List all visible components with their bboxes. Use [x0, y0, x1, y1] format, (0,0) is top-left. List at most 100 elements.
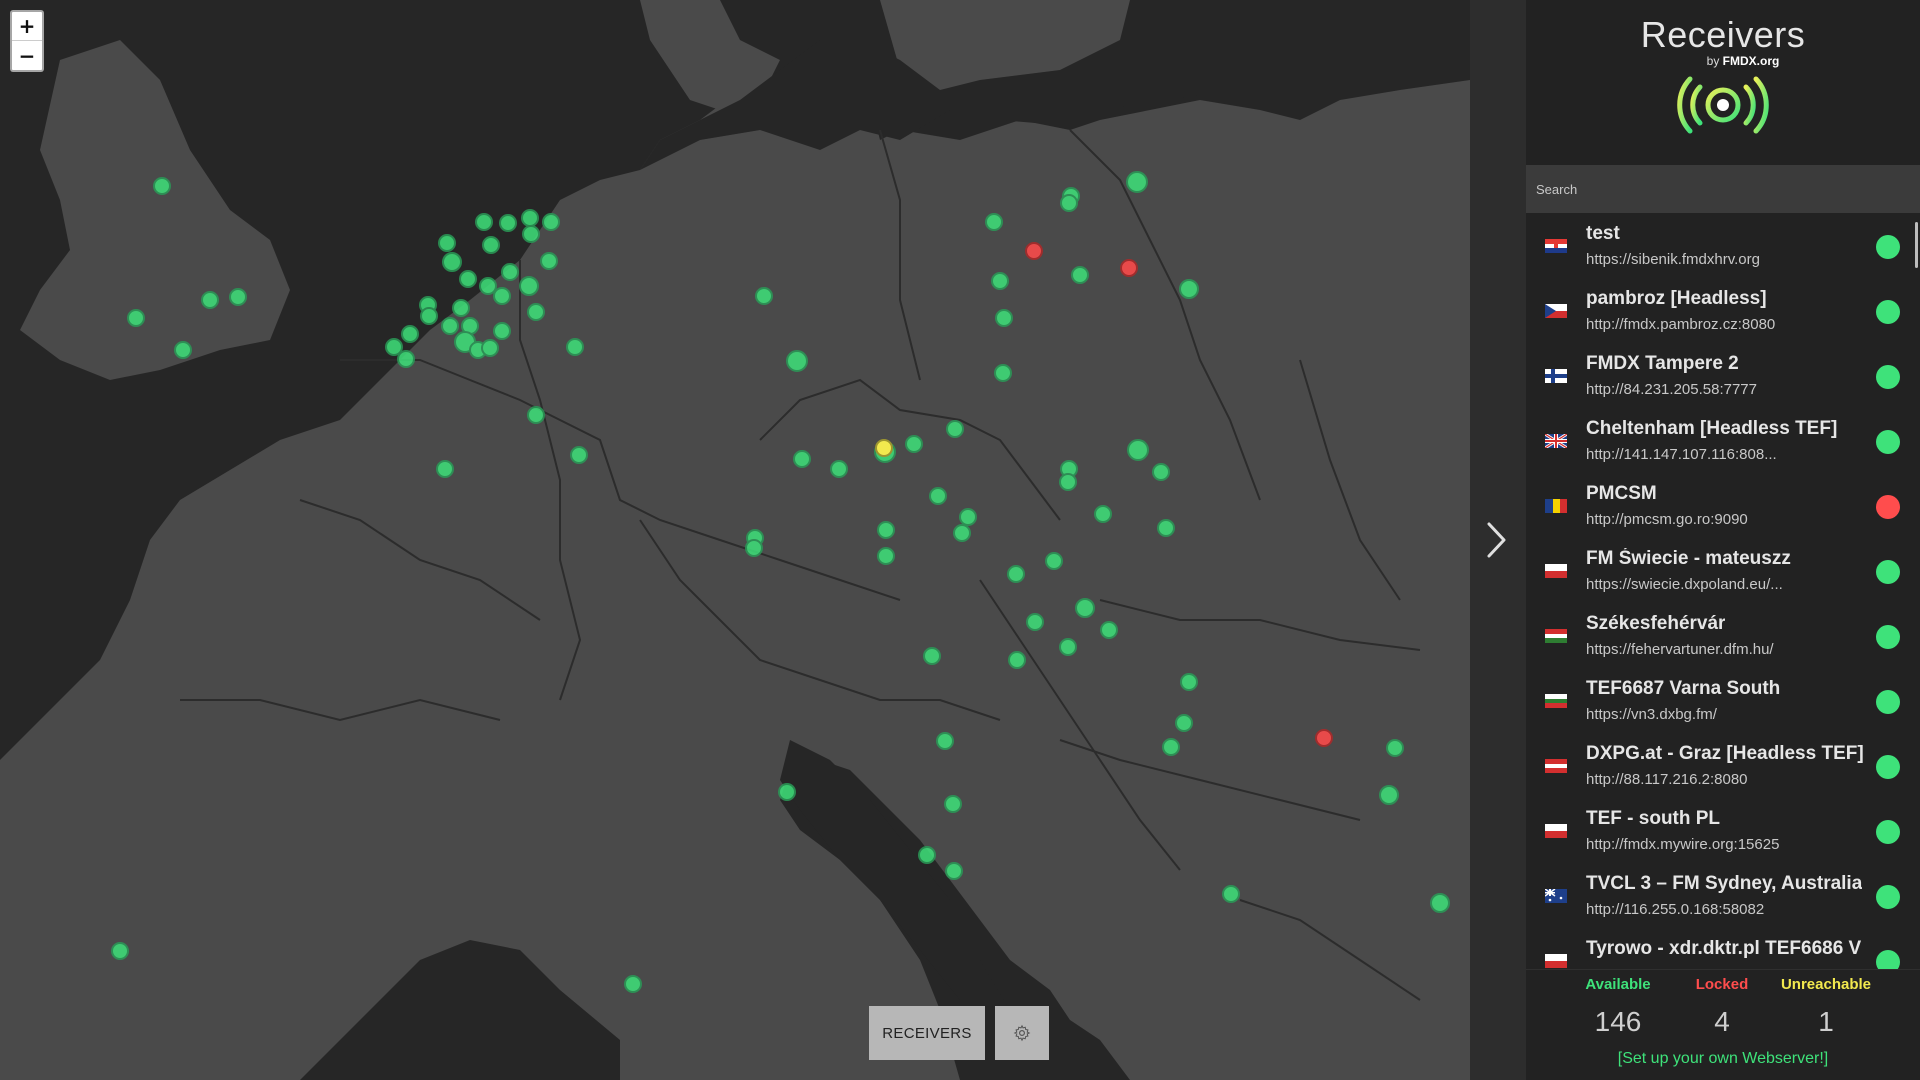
receiver-marker — [499, 214, 517, 232]
receiver-marker — [994, 364, 1012, 382]
receiver-marker — [624, 975, 642, 993]
receiver-row[interactable]: Székesfehérvár https://fehervartuner.dfm.… — [1526, 603, 1920, 668]
receiver-row[interactable]: pambroz [Headless] http://fmdx.pambroz.cz… — [1526, 278, 1920, 343]
gear-icon — [1013, 1024, 1031, 1042]
receiver-marker — [501, 263, 519, 281]
receiver-marker — [1100, 621, 1118, 639]
flag-icon — [1545, 954, 1567, 968]
receiver-row[interactable]: test https://sibenik.fmdxhrv.org — [1526, 213, 1920, 278]
locked-count: 4 — [1714, 1006, 1730, 1037]
zoom-control: + − — [10, 10, 44, 72]
broadcast-icon — [1677, 76, 1769, 134]
receiver-marker — [385, 338, 403, 356]
receiver-marker — [482, 236, 500, 254]
receiver-marker — [953, 524, 971, 542]
flag-icon — [1545, 694, 1567, 708]
panel-toggle-gutter[interactable] — [1470, 0, 1526, 1080]
receiver-marker — [111, 942, 129, 960]
receiver-marker — [778, 783, 796, 801]
receiver-row[interactable]: FM Świecie - mateuszz https://swiecie.dxp… — [1526, 538, 1920, 603]
receiver-name: TEF6687 Varna South — [1586, 678, 1781, 699]
flag-icon — [1545, 759, 1567, 773]
receiver-marker — [479, 277, 497, 295]
receiver-marker — [945, 862, 963, 880]
receiver-row[interactable]: Cheltenham [Headless TEF] http://141.147.… — [1526, 408, 1920, 473]
setup-webserver-link[interactable]: [Set up your own Webserver!] — [1526, 1050, 1920, 1068]
receiver-marker-locked — [1120, 259, 1138, 277]
receiver-marker — [1059, 473, 1077, 491]
receiver-url[interactable]: http://116.255.0.168:58082 — [1586, 901, 1764, 918]
receiver-url[interactable]: http://pmcsm.go.ro:9090 — [1586, 511, 1748, 528]
receiver-marker — [527, 406, 545, 424]
map-basemap[interactable] — [0, 0, 1470, 1080]
receiver-list[interactable]: test https://sibenik.fmdxhrv.org pambroz [… — [1526, 213, 1920, 969]
status-indicator — [1876, 950, 1900, 969]
zoom-in-button[interactable]: + — [12, 12, 42, 41]
receivers-button[interactable]: RECEIVERS — [869, 1006, 985, 1060]
panel-title: Receivers — [1640, 14, 1806, 55]
settings-button[interactable] — [995, 1006, 1049, 1060]
receiver-url[interactable]: https://swiecie.dxpoland.eu/... — [1586, 576, 1783, 593]
receiver-marker — [452, 299, 470, 317]
receiver-row[interactable]: PMCSM http://pmcsm.go.ro:9090 — [1526, 473, 1920, 538]
receiver-marker — [1094, 505, 1112, 523]
zoom-out-button[interactable]: − — [12, 41, 42, 70]
flag-icon — [1545, 824, 1567, 838]
receiver-marker — [929, 487, 947, 505]
status-indicator — [1876, 755, 1900, 779]
receiver-marker — [401, 325, 419, 343]
receiver-marker — [459, 270, 477, 288]
receiver-marker — [946, 420, 964, 438]
receiver-url[interactable]: https://vn3.dxbg.fm/ — [1586, 706, 1717, 723]
search-bar[interactable] — [1526, 165, 1920, 213]
receiver-row[interactable]: TEF6687 Varna South https://vn3.dxbg.fm/ — [1526, 668, 1920, 733]
receiver-row[interactable]: Tyrowo - xdr.dktr.pl TEF6686 V — [1526, 928, 1920, 969]
search-input[interactable] — [1536, 181, 1896, 197]
receiver-marker — [436, 460, 454, 478]
receiver-marker — [877, 547, 895, 565]
receiver-url[interactable]: http://88.117.216.2:8080 — [1586, 771, 1748, 788]
receiver-marker — [1045, 552, 1063, 570]
receiver-marker — [527, 303, 545, 321]
receiver-marker — [1175, 714, 1193, 732]
map-view[interactable]: + − — [0, 0, 1470, 1080]
unreachable-count: 1 — [1818, 1006, 1834, 1037]
receiver-url[interactable]: https://sibenik.fmdxhrv.org — [1586, 251, 1760, 268]
receiver-url[interactable]: http://141.147.107.116:808... — [1586, 446, 1777, 463]
land-britain — [20, 40, 290, 380]
status-indicator — [1876, 820, 1900, 844]
receiver-marker-locked — [1025, 242, 1043, 260]
receiver-marker — [1379, 785, 1399, 805]
receiver-marker — [522, 225, 540, 243]
receiver-name: Cheltenham [Headless TEF] — [1586, 418, 1838, 439]
receiver-marker — [442, 252, 462, 272]
receiver-url[interactable]: https://fehervartuner.dfm.hu/ — [1586, 641, 1774, 658]
receiver-row[interactable]: FMDX Tampere 2 http://84.231.205.58:7777 — [1526, 343, 1920, 408]
receiver-url[interactable]: http://fmdx.mywire.org:15625 — [1586, 836, 1779, 853]
receiver-marker — [420, 307, 438, 325]
available-count: 146 — [1594, 1006, 1642, 1037]
receiver-marker — [438, 234, 456, 252]
receiver-marker — [1026, 613, 1044, 631]
receiver-marker-locked — [1315, 729, 1333, 747]
byline-brand: FMDX.org — [1722, 54, 1780, 68]
chevron-right-icon[interactable] — [1484, 518, 1510, 562]
receiver-row[interactable]: DXPG.at - Graz [Headless TEF] http://88.1… — [1526, 733, 1920, 798]
flag-icon — [1545, 304, 1567, 318]
receiver-marker — [1126, 171, 1148, 193]
receiver-url[interactable]: http://84.231.205.58:7777 — [1586, 381, 1757, 398]
receiver-marker — [475, 213, 493, 231]
receiver-marker — [1060, 194, 1078, 212]
list-scrollbar[interactable] — [1915, 222, 1918, 268]
receiver-marker — [397, 350, 415, 368]
receivers-panel: Receivers by FMDX.org test https://sibeni… — [1526, 0, 1920, 1080]
receiver-row[interactable]: TVCL 3 – FM Sydney, Australia http://116.… — [1526, 863, 1920, 928]
receiver-marker — [201, 291, 219, 309]
receiver-url[interactable]: http://fmdx.pambroz.cz:8080 — [1586, 316, 1775, 333]
receiver-marker — [519, 276, 539, 296]
receiver-marker — [570, 446, 588, 464]
byline-prefix: by — [1706, 54, 1720, 68]
receiver-row[interactable]: TEF - south PL http://fmdx.mywire.org:156… — [1526, 798, 1920, 863]
receiver-marker — [944, 795, 962, 813]
receiver-marker — [1162, 738, 1180, 756]
